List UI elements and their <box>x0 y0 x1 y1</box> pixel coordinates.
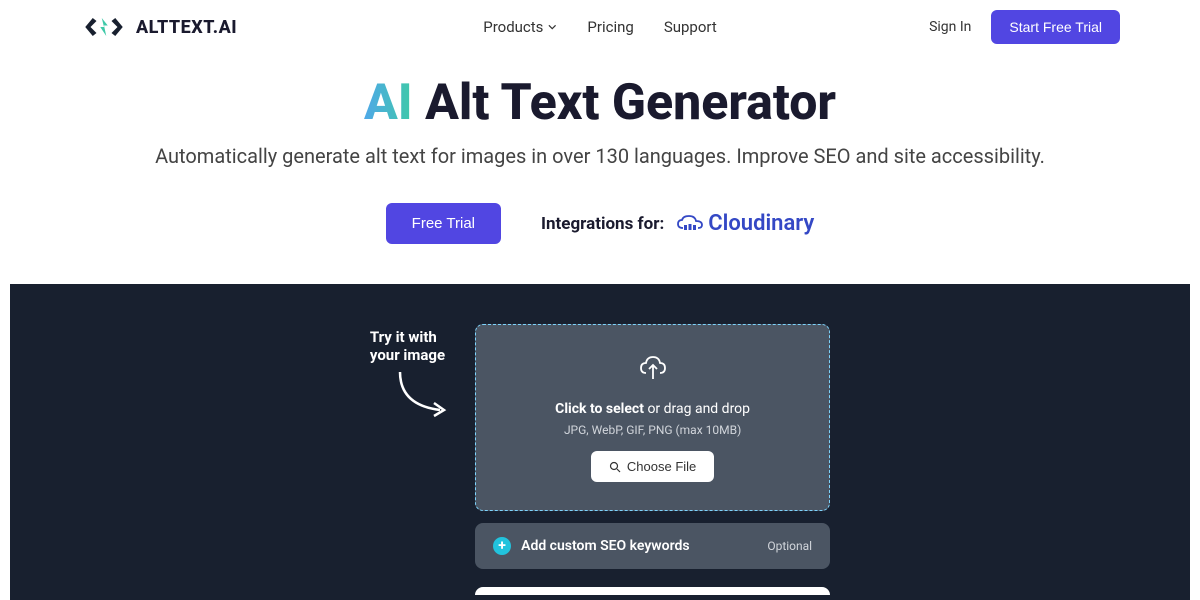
cloudinary-icon <box>676 214 704 234</box>
cloudinary-name: Cloudinary <box>708 211 814 236</box>
search-icon <box>609 461 621 473</box>
hero: AI Alt Text Generator Automatically gene… <box>0 54 1200 284</box>
hero-subtitle: Automatically generate alt text for imag… <box>0 144 1200 168</box>
cloudinary-logo[interactable]: Cloudinary <box>676 211 814 236</box>
header-actions: Sign In Start Free Trial <box>929 10 1120 44</box>
hero-actions: Free Trial Integrations for: Cloudinary <box>0 203 1200 244</box>
upload-cloud-icon <box>638 353 668 383</box>
nav-pricing[interactable]: Pricing <box>587 18 633 36</box>
nav-products-label: Products <box>483 18 543 36</box>
nav-products[interactable]: Products <box>483 18 557 36</box>
plus-circle-icon: + <box>493 537 511 555</box>
hero-title-rest: Alt Text Generator <box>413 74 836 132</box>
free-trial-button[interactable]: Free Trial <box>386 203 501 244</box>
hero-title-ai: AI <box>364 74 413 132</box>
chevron-down-icon <box>547 22 557 32</box>
nav-support[interactable]: Support <box>664 18 717 36</box>
integrations-label: Integrations for: <box>541 214 664 234</box>
logo-icon <box>80 12 128 42</box>
header: ALTTEXT.AI Products Pricing Support Sign… <box>0 0 1200 54</box>
try-label: Try it with your image <box>370 328 445 595</box>
arrow-icon <box>392 370 452 420</box>
start-free-trial-button[interactable]: Start Free Trial <box>991 10 1120 44</box>
seo-optional: Optional <box>767 539 812 553</box>
next-panel <box>475 587 830 595</box>
upload-formats: JPG, WebP, GIF, PNG (max 10MB) <box>496 423 809 437</box>
sign-in-link[interactable]: Sign In <box>929 19 971 35</box>
logo-text: ALTTEXT.AI <box>136 17 237 38</box>
upload-dropzone[interactable]: Click to select or drag and drop JPG, We… <box>475 324 830 511</box>
integrations: Integrations for: Cloudinary <box>541 211 814 236</box>
seo-keywords-panel[interactable]: + Add custom SEO keywords Optional <box>475 523 830 569</box>
seo-label: Add custom SEO keywords <box>521 538 689 554</box>
logo[interactable]: ALTTEXT.AI <box>80 12 237 42</box>
choose-file-button[interactable]: Choose File <box>591 451 714 482</box>
nav: Products Pricing Support <box>483 18 717 36</box>
hero-title: AI Alt Text Generator <box>0 74 1200 132</box>
upload-instruction: Click to select or drag and drop <box>496 401 809 417</box>
